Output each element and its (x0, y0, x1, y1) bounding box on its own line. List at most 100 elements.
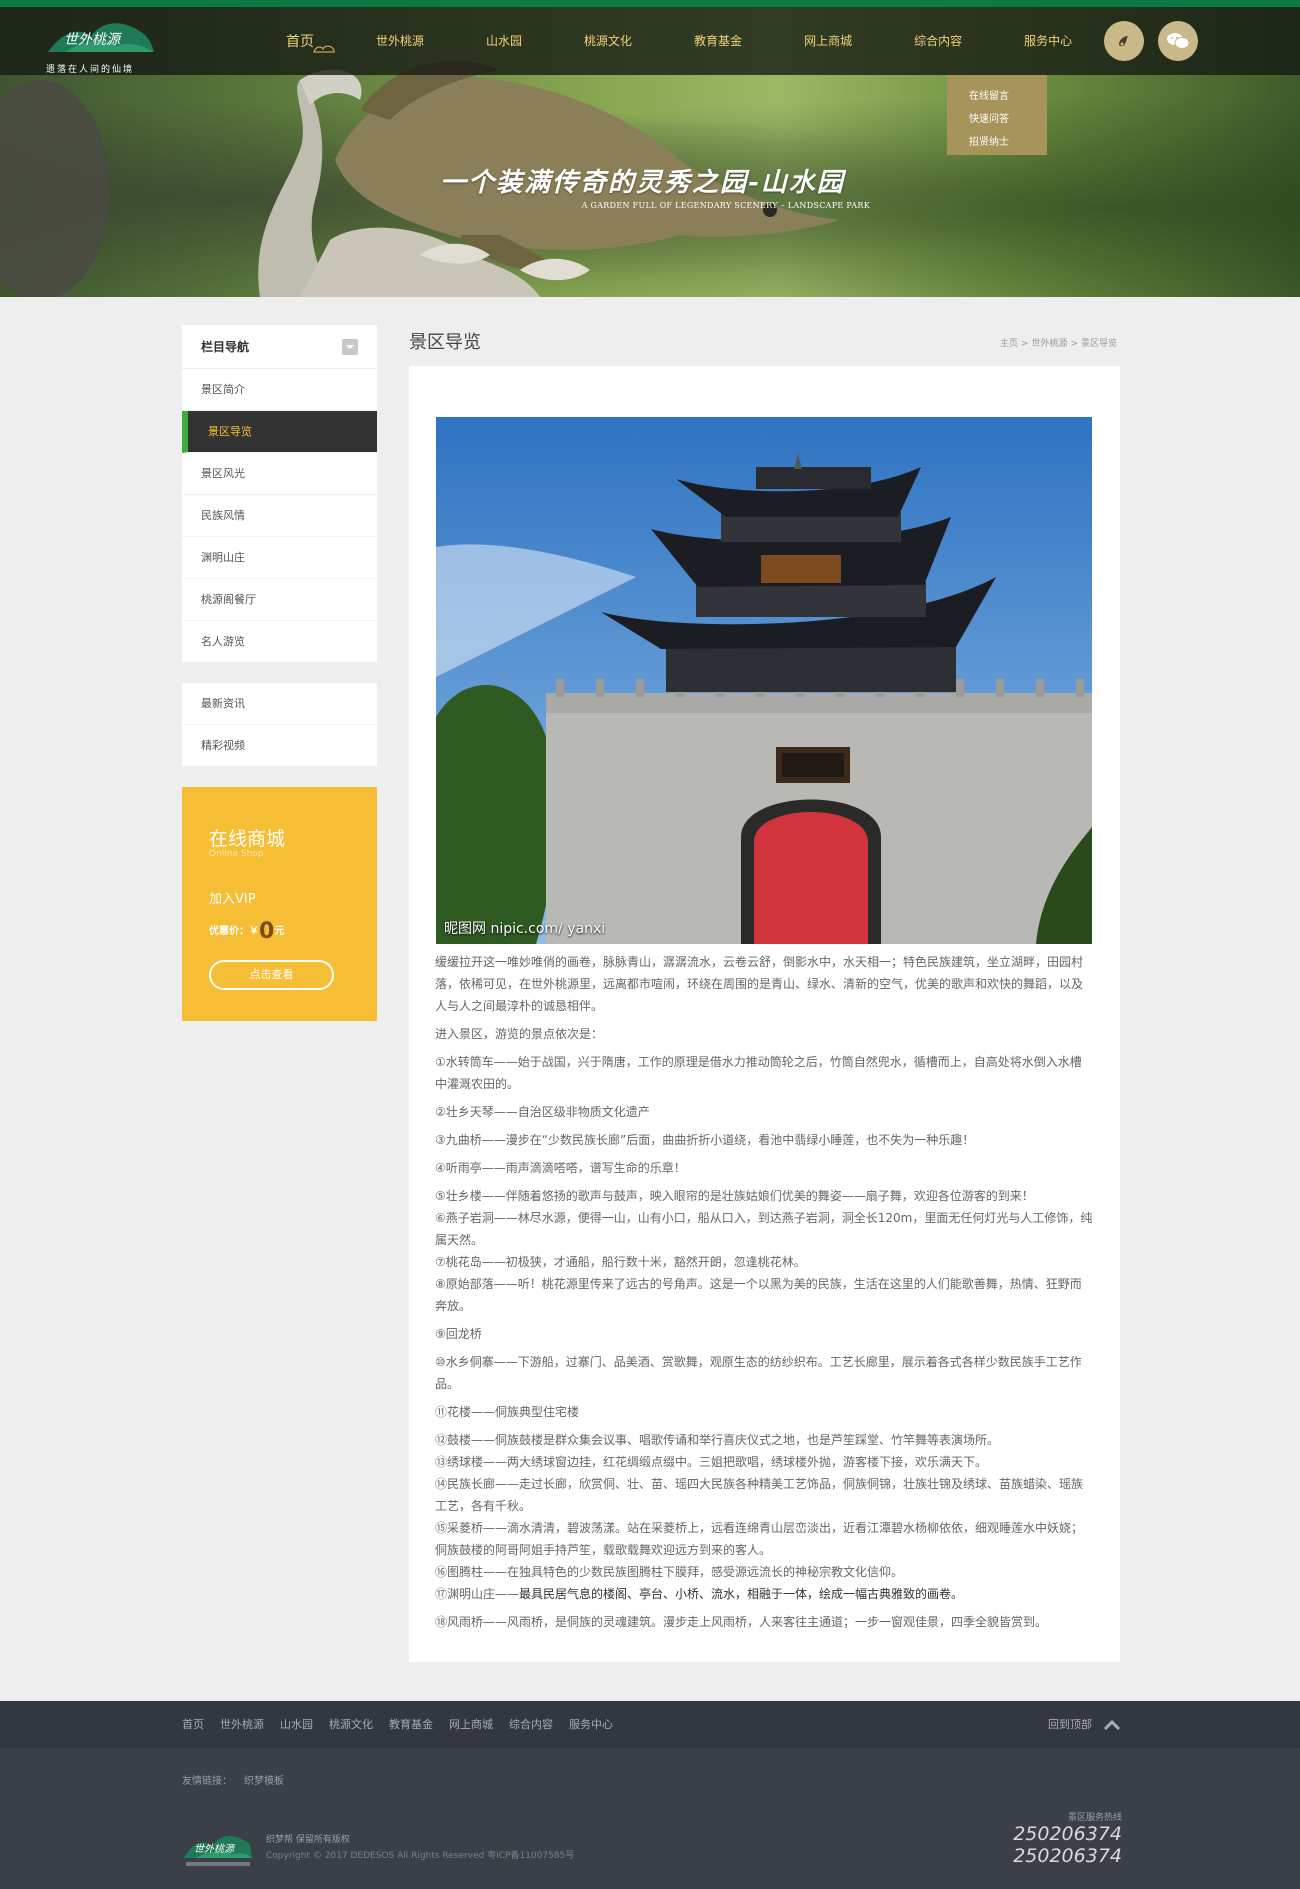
hotline-number: 250206374 (1013, 1845, 1122, 1867)
weibo-icon (1119, 36, 1128, 46)
article-paragraph: ⑰渊明山庄——最具民居气息的楼阁、亭台、小桥、流水，相融于一体，绘成一幅古典雅致… (435, 1583, 1093, 1605)
slogan-chinese: 一个装满传奇的灵秀之园-山水园 (440, 168, 845, 198)
article-paragraph: ⑤壮乡楼——伴随着悠扬的歌声与鼓声，映入眼帘的是壮族姑娘们优美的舞姿——扇子舞，… (435, 1189, 1034, 1203)
price-label: 优惠价：￥ (209, 926, 259, 937)
footer-nav-home[interactable]: 首页 (182, 1701, 204, 1748)
article-paragraph: ⑱风雨桥——风雨桥，是侗族的灵魂建筑。漫步走上风雨桥，人来客往主通道；一步一窗观… (435, 1615, 1048, 1629)
article-paragraph: ⑬绣球楼——两大绣球窗边挂，红花绸缎点缀中。三姐把歌唱，绣球楼外抛，游客楼下接，… (435, 1455, 988, 1469)
friend-links: 友情链接： 织梦模板 (182, 1772, 296, 1787)
photo-watermark: 昵图网 nipic.com/ yanxi (444, 921, 606, 937)
sidebar-item-restaurant[interactable]: 桃源阁餐厅 (182, 579, 377, 621)
nav-home[interactable]: 首页 (255, 7, 345, 75)
svg-text:世外桃源: 世外桃源 (64, 32, 123, 48)
online-shop-card: 在线商城 Online Shop 加入VIP 优惠价：￥0元 点击查看 (182, 787, 377, 1021)
article-paragraph: ⑦桃花岛——初极狭，才通船，船行数十米，豁然开朗，忽逢桃花林。 (435, 1255, 806, 1269)
nav-education-fund[interactable]: 教育基金 (663, 7, 773, 75)
banner-slogan: 一个装满传奇的灵秀之园-山水园 A GARDEN FULL OF LEGENDA… (440, 162, 870, 210)
dropdown-quick-qa[interactable]: 快速问答 (947, 108, 1047, 131)
footer-nav-education[interactable]: 教育基金 (389, 1701, 433, 1748)
friend-link[interactable]: 织梦模板 (244, 1776, 284, 1787)
breadcrumb-current: 景区导览 (1080, 339, 1117, 349)
footer-nav-culture[interactable]: 桃源文化 (329, 1701, 373, 1748)
article-item-villa: ⑰渊明山庄—— (435, 1587, 520, 1601)
article-paragraph: ③九曲桥——漫步在“少数民族长廊”后面，曲曲折折小道绕，看池中翡绿小睡莲，也不失… (435, 1133, 975, 1147)
article-paragraph: ④听雨亭——雨声滴滴嗒嗒，谱写生命的乐章！ (435, 1161, 686, 1175)
breadcrumb-home[interactable]: 主页 (1000, 339, 1018, 349)
footer-logo[interactable]: 世外桃源 (182, 1824, 254, 1870)
article-highlight: 最具民居气息的楼阁、亭台、小桥、流水，相融于一体，绘成一幅古典雅致的画卷。 (519, 1587, 964, 1601)
sidebar-item-scenery[interactable]: 景区风光 (182, 453, 377, 495)
article-paragraph: ⑭民族长廊——走过长廊，欣赏侗、壮、苗、瑶四大民族各种精美工艺饰品，侗族侗锦，壮… (435, 1477, 1084, 1513)
friend-links-label: 友情链接： (182, 1776, 232, 1787)
column-nav: 栏目导航 景区简介 景区导览 景区风光 民族风情 渊明山庄 桃源阁餐厅 名人游览 (182, 325, 377, 663)
article-paragraph: 进入景区，游览的景点依次是： (435, 1027, 604, 1041)
sidebar-item-news[interactable]: 最新资讯 (182, 683, 377, 725)
shop-subtitle: Online Shop (209, 849, 264, 859)
price-unit: 元 (274, 926, 285, 937)
nav-online-shop[interactable]: 网上商城 (773, 7, 883, 75)
wechat-button[interactable] (1158, 21, 1198, 61)
sidebar-item-guide[interactable]: 景区导览 (182, 411, 377, 453)
sidebar: 栏目导航 景区简介 景区导览 景区风光 民族风情 渊明山庄 桃源阁餐厅 名人游览… (182, 325, 377, 1021)
article-paragraph: ②壮乡天琴——自治区级非物质文化遗产 (435, 1105, 650, 1119)
column-nav-title: 栏目导航 (201, 340, 250, 354)
article-paragraph: ⑨回龙桥 (435, 1327, 482, 1341)
nav-home-label: 首页 (286, 33, 314, 49)
nav-service-center[interactable]: 服务中心 (993, 7, 1103, 75)
footer-nav-service[interactable]: 服务中心 (569, 1701, 613, 1748)
nav-taoyuan-culture[interactable]: 桃源文化 (553, 7, 663, 75)
breadcrumb: 主页 > 世外桃源 > 景区导览 (999, 339, 1117, 349)
column-nav-header: 栏目导航 (182, 325, 377, 369)
footer-nav-shop[interactable]: 网上商城 (449, 1701, 493, 1748)
site-logo[interactable]: 世外桃源 遗落在人间的仙境 (46, 14, 156, 75)
sidebar-item-video[interactable]: 精彩视频 (182, 725, 377, 767)
shop-vip: 加入VIP (209, 892, 256, 907)
footer-nav-bar: 首页 世外桃源 山水园 桃源文化 教育基金 网上商城 综合内容 服务中心 回到顶… (0, 1701, 1300, 1748)
secondary-nav: 最新资讯 精彩视频 (182, 683, 377, 767)
shop-title: 在线商城 (209, 828, 286, 850)
article-paragraph: ⑪花楼——侗族典型住宅楼 (435, 1405, 580, 1419)
dropdown-recruitment[interactable]: 招贤纳士 (947, 131, 1047, 154)
top-accent-line (0, 0, 1300, 7)
back-to-top-button[interactable]: 回到顶部 (1048, 1701, 1122, 1748)
pagoda-image (436, 417, 1092, 944)
article-paragraph: ⑩水乡侗寨——下游船，过寨门、品美酒、赏歌舞，观原生态的纺纱织布。工艺长廊里，展… (435, 1355, 1082, 1391)
slogan-english: A GARDEN FULL OF LEGENDARY SCENERY – LAN… (581, 201, 870, 210)
article-content: 昵图网 nipic.com/ yanxi 缓缓拉开这一唯妙唯俏的画卷，脉脉青山，… (409, 366, 1120, 1662)
article-paragraph: 缓缓拉开这一唯妙唯俏的画卷，脉脉青山，潺潺流水，云卷云舒，倒影水中，水天相一；特… (435, 955, 1084, 1013)
article-paragraph: ⑫鼓楼——侗族鼓楼是群众集会议事、唱歌传诵和举行喜庆仪式之地，也是芦笙踩堂、竹竿… (435, 1433, 1000, 1447)
footer-copyright-owner: 织梦帮 保留所有版权 (266, 1835, 350, 1845)
logo-mountain-icon: 世外桃源 (48, 23, 154, 52)
main-header: 景区导览 主页 > 世外桃源 > 景区导览 (409, 325, 1120, 355)
article-paragraph: ⑥燕子岩洞——林尽水源，便得一山，山有小口，船从口入，到达燕子岩洞，洞全长120… (435, 1211, 1093, 1247)
pagoda-photo: 昵图网 nipic.com/ yanxi (436, 417, 1092, 944)
main-nav: 首页 世外桃源 山水园 桃源文化 教育基金 网上商城 综合内容 服务中心 (255, 7, 1103, 75)
article-text: 缓缓拉开这一唯妙唯俏的画卷，脉脉青山，潺潺流水，云卷云舒，倒影水中，水天相一；特… (435, 951, 1093, 1639)
header-icons (1104, 21, 1198, 61)
sidebar-item-intro[interactable]: 景区简介 (182, 369, 377, 411)
dropdown-online-message[interactable]: 在线留言 (947, 85, 1047, 108)
article-paragraph: ⑮采菱桥——滴水清清，碧波荡漾。站在采菱桥上，远看连绵青山层峦淡出，近看江潭碧水… (435, 1521, 1084, 1557)
nav-shanshuiyuan[interactable]: 山水园 (455, 7, 553, 75)
svg-text:世外桃源: 世外桃源 (194, 1843, 236, 1855)
nav-general-content[interactable]: 综合内容 (883, 7, 993, 75)
back-to-top-label: 回到顶部 (1048, 1718, 1092, 1731)
shop-view-button[interactable]: 点击查看 (209, 960, 334, 990)
breadcrumb-section[interactable]: 世外桃源 (1031, 339, 1067, 349)
sidebar-item-villa[interactable]: 渊明山庄 (182, 537, 377, 579)
footer-nav: 首页 世外桃源 山水园 桃源文化 教育基金 网上商城 综合内容 服务中心 (182, 1701, 629, 1748)
wechat-icon (1167, 33, 1190, 49)
page-title: 景区导览 (409, 332, 481, 353)
banner: 世外桃源 遗落在人间的仙境 首页 世外桃源 山水园 桃源文化 教育基金 网上商城… (0, 0, 1300, 297)
footer-nav-content[interactable]: 综合内容 (509, 1701, 553, 1748)
sidebar-item-celebrity[interactable]: 名人游览 (182, 621, 377, 663)
weibo-button[interactable] (1104, 21, 1144, 61)
footer-nav-shiwaitaoyuan[interactable]: 世外桃源 (220, 1701, 264, 1748)
hotline-label: 景区服务热线 (1067, 1813, 1122, 1823)
collapse-toggle-icon[interactable] (342, 339, 358, 355)
footer: 友情链接： 织梦模板 世外桃源 织梦帮 保留所有版权 Copyright © 20… (0, 1748, 1300, 1889)
hotline-number: 250206374 (1013, 1823, 1122, 1845)
nav-shiwaitaoyuan[interactable]: 世外桃源 (345, 7, 455, 75)
sidebar-item-folk[interactable]: 民族风情 (182, 495, 377, 537)
footer-nav-shanshuiyuan[interactable]: 山水园 (280, 1701, 313, 1748)
